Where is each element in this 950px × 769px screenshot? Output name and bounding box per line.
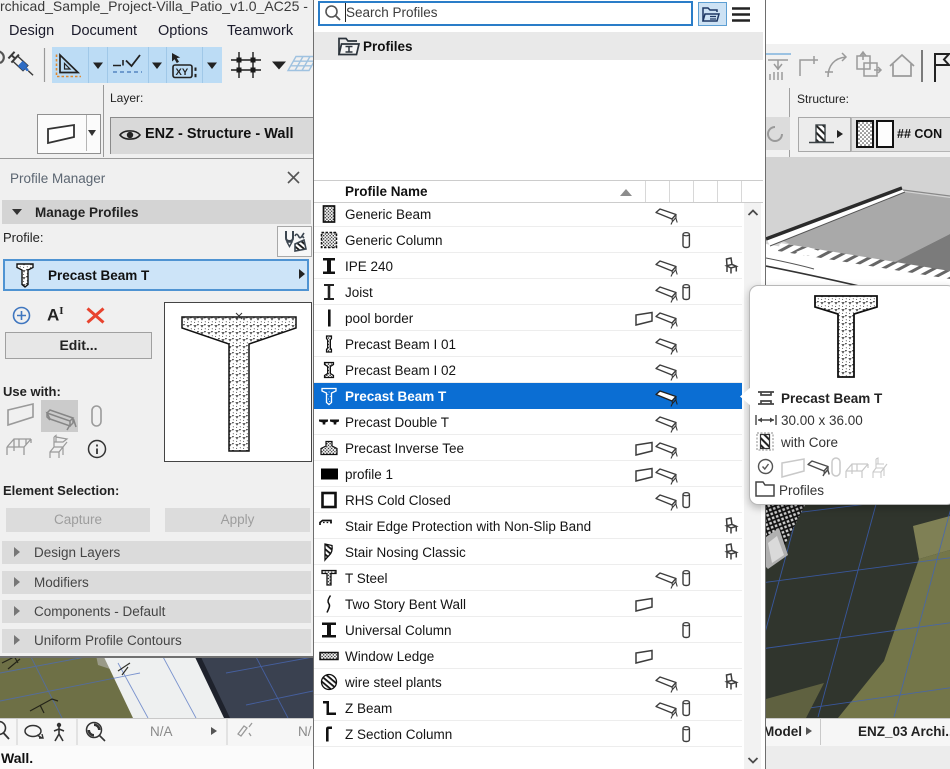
svg-text:N/A: N/A: [150, 724, 173, 739]
svg-text:XY: XY: [176, 67, 189, 78]
svg-text:N/: N/: [298, 724, 312, 739]
